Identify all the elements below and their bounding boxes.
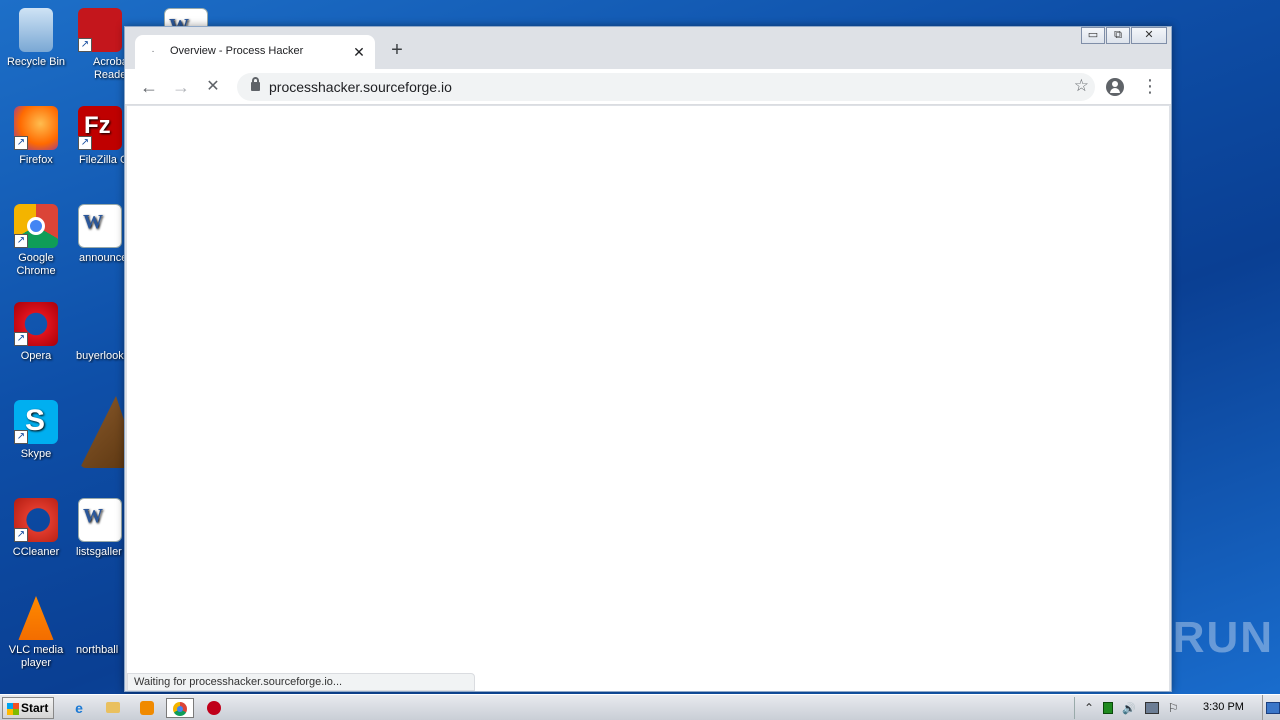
tab-strip: · Overview - Process Hacker ✕ + ▭ ⧉ ✕: [125, 27, 1171, 69]
desktop-icon-firefox[interactable]: ↗ Firefox: [0, 106, 72, 167]
shortcut-arrow-icon: ↗: [78, 38, 92, 52]
start-label: Start: [21, 701, 49, 715]
desktop-icon-label: Recycle Bin: [6, 56, 66, 68]
start-button[interactable]: Start: [2, 697, 54, 719]
close-tab-icon[interactable]: ✕: [351, 44, 367, 60]
opera-icon: [207, 701, 221, 715]
internet-explorer-icon[interactable]: e: [68, 698, 90, 718]
url-text[interactable]: processhacker.sourceforge.io: [269, 79, 452, 95]
desktop-icon-recycle-bin[interactable]: Recycle Bin: [0, 8, 72, 69]
desktop-icon-label: Google Chrome: [16, 252, 56, 277]
opera-icon: ↗: [14, 302, 58, 346]
desktop-icon-label: FileZilla C: [79, 154, 124, 166]
show-desktop-button[interactable]: [1262, 695, 1280, 720]
browser-toolbar: ← → ✕ processhacker.sourceforge.io ☆ ⋮: [125, 69, 1171, 105]
desktop-icon-filezilla[interactable]: ↗ FileZilla C: [76, 106, 124, 167]
browser-window: · Overview - Process Hacker ✕ + ▭ ⧉ ✕ ← …: [124, 26, 1172, 692]
word-document-icon: [78, 204, 122, 248]
shortcut-arrow-icon: ↗: [14, 430, 28, 444]
vlc-icon: [18, 596, 54, 640]
profile-avatar-icon[interactable]: [1106, 78, 1124, 96]
folder-icon: [106, 702, 120, 713]
windows-logo-icon: [7, 703, 19, 715]
network-icon[interactable]: [1144, 702, 1159, 714]
taskbar: Start e ⌃ 🔊 ⚐ 3:30 PM: [0, 694, 1280, 720]
shortcut-arrow-icon: ↗: [14, 528, 28, 542]
blank-document-icon: [78, 302, 122, 346]
network-activity-icon[interactable]: [1103, 702, 1114, 714]
desktop-icon-vlc[interactable]: VLC media player: [0, 596, 72, 670]
desktop-icon-acrobat[interactable]: ↗ Acrobat Reader: [76, 8, 124, 82]
action-center-flag-icon[interactable]: ⚐: [1168, 701, 1179, 715]
acrobat-icon: ↗: [78, 8, 122, 52]
ccleaner-icon: ↗: [14, 498, 58, 542]
desktop-icon-label: CCleaner: [12, 546, 60, 558]
show-hidden-icons-icon[interactable]: ⌃: [1084, 701, 1094, 715]
media-player-icon: [140, 701, 154, 715]
minimize-button[interactable]: ▭: [1081, 27, 1105, 44]
desktop-icon-label: Opera: [20, 350, 52, 362]
desktop-icon-listsgaller[interactable]: listsgaller: [76, 498, 124, 559]
desktop-icon-label: Skype: [20, 448, 52, 460]
forward-button[interactable]: →: [169, 75, 193, 99]
desktop-icon-label: VLC media player: [8, 644, 64, 669]
desktop-icon-label: announce: [79, 252, 124, 264]
restore-button[interactable]: ⧉: [1106, 27, 1130, 44]
desktop-icon-document[interactable]: [160, 8, 212, 26]
word-document-icon: [164, 8, 208, 26]
filezilla-icon: ↗: [78, 106, 122, 150]
new-tab-button[interactable]: +: [387, 40, 407, 60]
stop-loading-button[interactable]: ✕: [201, 75, 225, 99]
desktop-icon-label: Acrobat Reader: [93, 56, 124, 81]
word-document-icon: [78, 498, 122, 542]
desktop-icon-northball[interactable]: northball: [76, 596, 124, 657]
close-window-button[interactable]: ✕: [1131, 27, 1167, 44]
desktop-icon-skype[interactable]: ↗ Skype: [0, 400, 72, 461]
shortcut-arrow-icon: ↗: [14, 136, 28, 150]
chrome-icon: [173, 702, 187, 716]
chrome-taskbar-button[interactable]: [166, 698, 194, 718]
volume-icon[interactable]: 🔊: [1122, 702, 1136, 715]
shortcut-arrow-icon: ↗: [14, 332, 28, 346]
desktop-icon-label: listsgaller: [76, 546, 122, 558]
blank-document-icon: [78, 596, 122, 640]
desktop-icon-ccleaner[interactable]: ↗ CCleaner: [0, 498, 72, 559]
status-bubble: Waiting for processhacker.sourceforge.io…: [127, 673, 475, 691]
recycle-bin-icon: [19, 8, 53, 52]
media-player-button[interactable]: [136, 698, 158, 718]
archive-icon: [80, 396, 124, 468]
desktop-icon-announce[interactable]: announce: [76, 204, 124, 265]
kebab-menu-icon[interactable]: ⋮: [1141, 74, 1159, 98]
page-content[interactable]: Waiting for processhacker.sourceforge.io…: [127, 106, 1169, 691]
desktop-icon-chrome[interactable]: ↗ Google Chrome: [0, 204, 72, 278]
skype-icon: ↗: [14, 400, 58, 444]
desktop-icon-opera[interactable]: ↗ Opera: [0, 302, 72, 363]
desktop-icon-archive[interactable]: [80, 396, 124, 472]
file-explorer-button[interactable]: [102, 698, 124, 718]
desktop-icon-buyerlook[interactable]: buyerlook: [76, 302, 124, 363]
back-button[interactable]: ←: [137, 75, 161, 99]
desktop-icon-label: northball: [76, 644, 119, 656]
shortcut-arrow-icon: ↗: [14, 234, 28, 248]
firefox-icon: ↗: [14, 106, 58, 150]
tab-overview-process-hacker[interactable]: · Overview - Process Hacker ✕: [135, 35, 375, 69]
desktop-icon-label: Firefox: [19, 154, 53, 166]
tab-title: Overview - Process Hacker: [170, 45, 304, 57]
shortcut-arrow-icon: ↗: [78, 136, 92, 150]
bookmark-star-icon[interactable]: ☆: [1074, 76, 1089, 96]
chrome-icon: ↗: [14, 204, 58, 248]
lock-icon[interactable]: [251, 77, 260, 91]
loading-favicon-icon: ·: [151, 46, 155, 57]
window-controls: ▭ ⧉ ✕: [1080, 27, 1167, 45]
system-clock[interactable]: 3:30 PM: [1203, 701, 1244, 713]
desktop-icon-label: buyerlook: [76, 350, 124, 362]
opera-taskbar-button[interactable]: [203, 698, 225, 718]
address-bar[interactable]: processhacker.sourceforge.io ☆: [237, 73, 1095, 101]
